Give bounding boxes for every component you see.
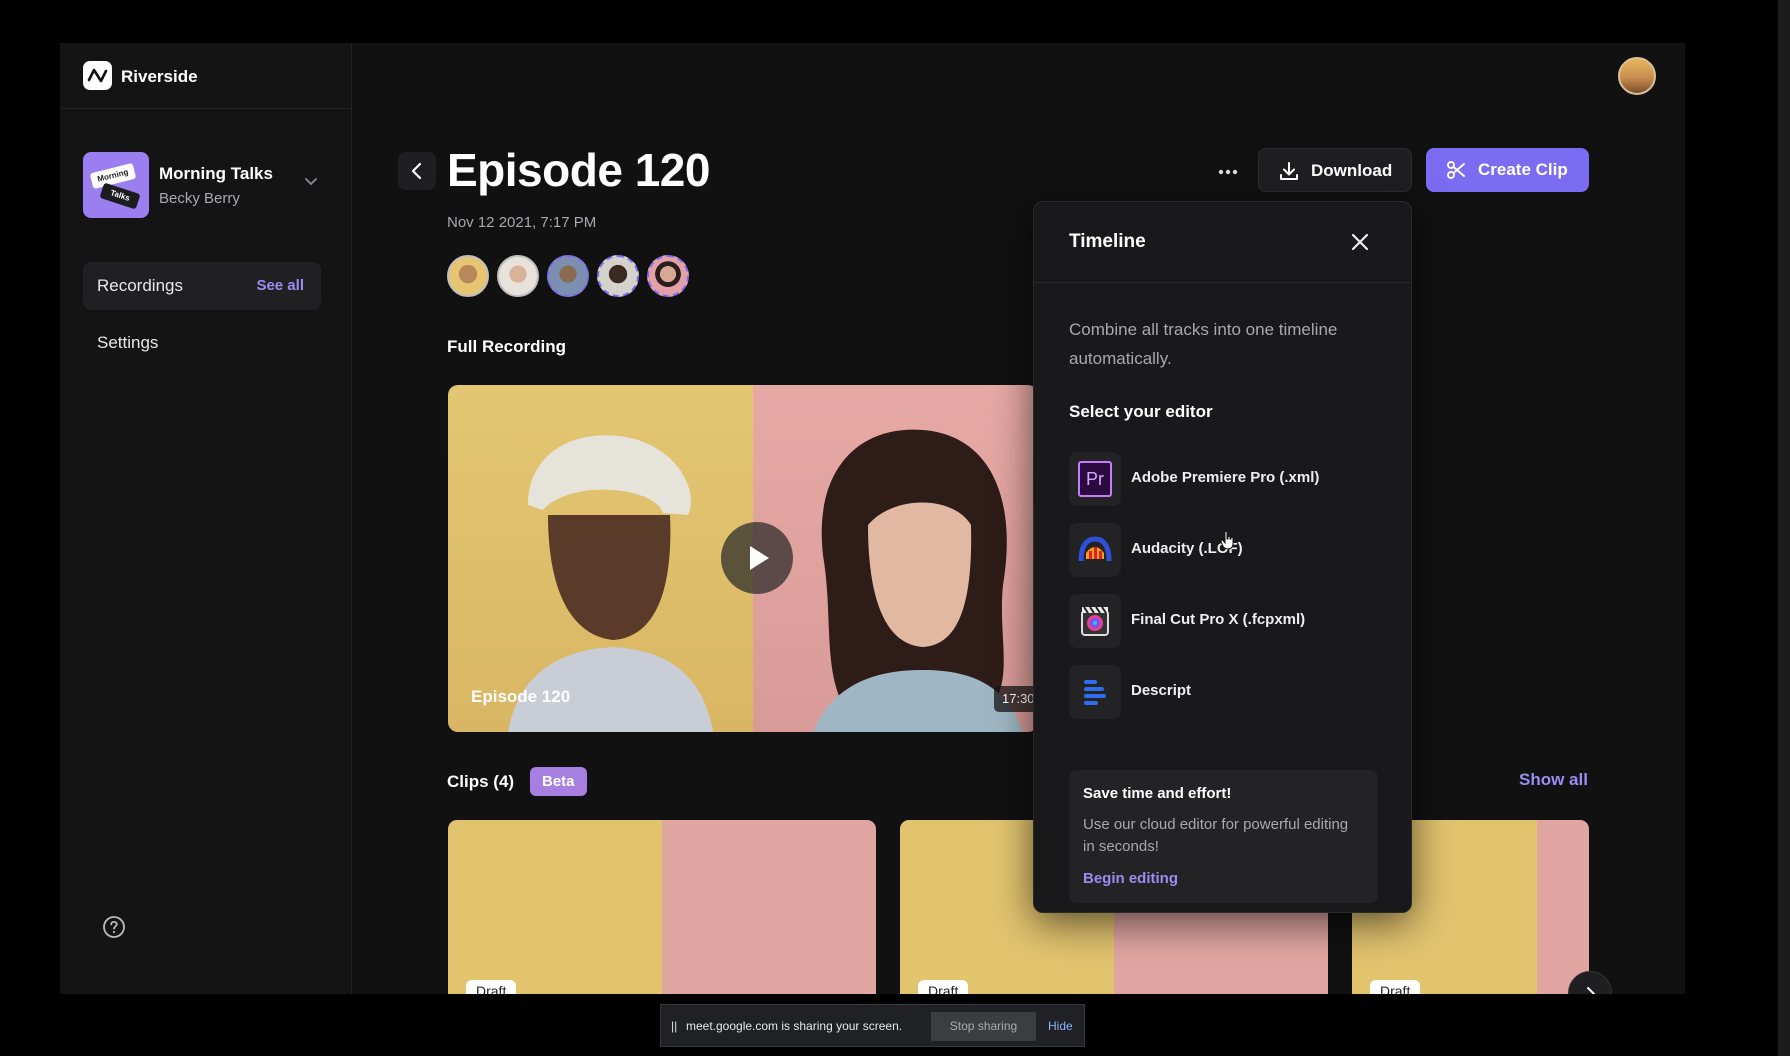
participant-avatar[interactable]	[447, 255, 489, 297]
cloud-editor-promo: Save time and effort! Use our cloud edit…	[1069, 770, 1378, 903]
video-track-left	[448, 385, 753, 732]
chevron-right-icon	[1587, 987, 1595, 994]
video-track-right	[753, 385, 1038, 732]
user-avatar[interactable]	[1618, 57, 1656, 95]
window-edge	[1778, 0, 1790, 1056]
page-title: Episode 120	[447, 144, 710, 196]
final-cut-pro-icon	[1069, 594, 1121, 648]
pause-icon: ||	[671, 1019, 678, 1033]
sidebar: Riverside Morning Talks Morning Talks Be…	[60, 43, 352, 994]
stop-sharing-button[interactable]: Stop sharing	[931, 1012, 1036, 1041]
participant-avatar[interactable]	[647, 255, 689, 297]
ellipsis-icon	[1218, 169, 1238, 175]
timeline-title: Timeline	[1069, 231, 1146, 252]
close-icon[interactable]	[1348, 230, 1372, 254]
episode-date: Nov 12 2021, 7:17 PM	[447, 214, 597, 231]
download-button-label: Download	[1311, 161, 1393, 180]
back-button[interactable]	[398, 152, 436, 190]
editor-name: Final Cut Pro X (.fcpxml)	[1131, 611, 1306, 628]
see-all-link[interactable]: See all	[256, 277, 304, 294]
riverside-app-window: Riverside Morning Talks Morning Talks Be…	[60, 43, 1685, 994]
screen-share-bar: || meet.google.com is sharing your scree…	[660, 1004, 1085, 1047]
begin-editing-link[interactable]: Begin editing	[1083, 870, 1178, 887]
audacity-icon	[1069, 523, 1121, 577]
editor-name: Adobe Premiere Pro (.xml)	[1131, 469, 1320, 486]
full-recording-heading: Full Recording	[447, 337, 566, 356]
brand-header: Riverside	[60, 43, 352, 109]
promo-text: Use our cloud editor for powerful editin…	[1083, 816, 1349, 855]
workspace-thumb-label: Talks	[99, 182, 141, 210]
sidebar-item-recordings[interactable]: Recordings See all	[83, 262, 321, 310]
create-clip-button-label: Create Clip	[1478, 160, 1568, 179]
clip-card[interactable]: Draft	[448, 820, 876, 994]
clip-thumb-right	[1536, 820, 1589, 994]
participant-avatar[interactable]	[547, 255, 589, 297]
timeline-description: Combine all tracks into one timeline aut…	[1069, 320, 1338, 368]
participant-avatar[interactable]	[497, 255, 539, 297]
sidebar-item-label: Recordings	[97, 276, 183, 295]
video-duration: 17:30	[994, 686, 1038, 712]
show-all-link[interactable]: Show all	[1519, 770, 1588, 790]
editor-name: Descript	[1131, 682, 1192, 699]
editor-option-descript[interactable]: Descript	[1069, 665, 1379, 719]
clip-thumb-left	[448, 820, 662, 994]
select-editor-heading: Select your editor	[1069, 402, 1213, 421]
premiere-pro-glyph: Pr	[1078, 461, 1112, 497]
premiere-pro-icon: Pr	[1069, 452, 1121, 506]
help-icon[interactable]	[102, 915, 126, 939]
draft-badge: Draft	[466, 980, 517, 994]
more-options-button[interactable]	[1212, 156, 1244, 188]
clips-heading: Clips (4)	[447, 772, 515, 791]
draft-badge: Draft	[918, 980, 969, 994]
clip-thumb-right	[662, 820, 876, 994]
create-clip-button[interactable]: Create Clip	[1426, 148, 1589, 192]
workspace-owner: Becky Berry	[159, 190, 240, 207]
play-button[interactable]	[721, 522, 793, 594]
riverside-logo-icon[interactable]	[83, 61, 112, 90]
app-name: Riverside	[121, 67, 198, 86]
video-title: Episode 120	[471, 687, 571, 706]
hide-button[interactable]: Hide	[1048, 1019, 1073, 1033]
chevron-down-icon[interactable]	[304, 176, 318, 186]
promo-title: Save time and effort!	[1083, 785, 1232, 802]
download-button[interactable]: Download	[1258, 148, 1412, 192]
chevron-left-icon	[411, 162, 422, 180]
timeline-panel: Timeline Combine all tracks into one tim…	[1033, 201, 1412, 913]
workspace-name: Morning Talks	[159, 164, 273, 183]
editor-option-premiere[interactable]: Pr Adobe Premiere Pro (.xml)	[1069, 452, 1379, 506]
hand-cursor-icon	[1220, 530, 1234, 550]
workspace-thumbnail: Morning Talks	[83, 152, 149, 218]
participant-avatar[interactable]	[597, 255, 639, 297]
draft-badge: Draft	[1370, 980, 1421, 994]
scissors-icon	[1447, 161, 1465, 179]
sidebar-item-settings[interactable]: Settings	[97, 333, 158, 353]
beta-badge: Beta	[530, 767, 587, 796]
play-icon	[750, 546, 769, 570]
screen-share-message: meet.google.com is sharing your screen.	[686, 1019, 903, 1033]
full-recording-video[interactable]: Episode 120 17:30	[448, 385, 1038, 732]
timeline-header: Timeline	[1034, 202, 1411, 283]
editor-option-final-cut[interactable]: Final Cut Pro X (.fcpxml)	[1069, 594, 1379, 648]
workspace-switcher[interactable]: Morning Talks Morning Talks Becky Berry	[83, 152, 323, 218]
descript-icon	[1069, 665, 1121, 719]
download-icon	[1280, 162, 1298, 180]
